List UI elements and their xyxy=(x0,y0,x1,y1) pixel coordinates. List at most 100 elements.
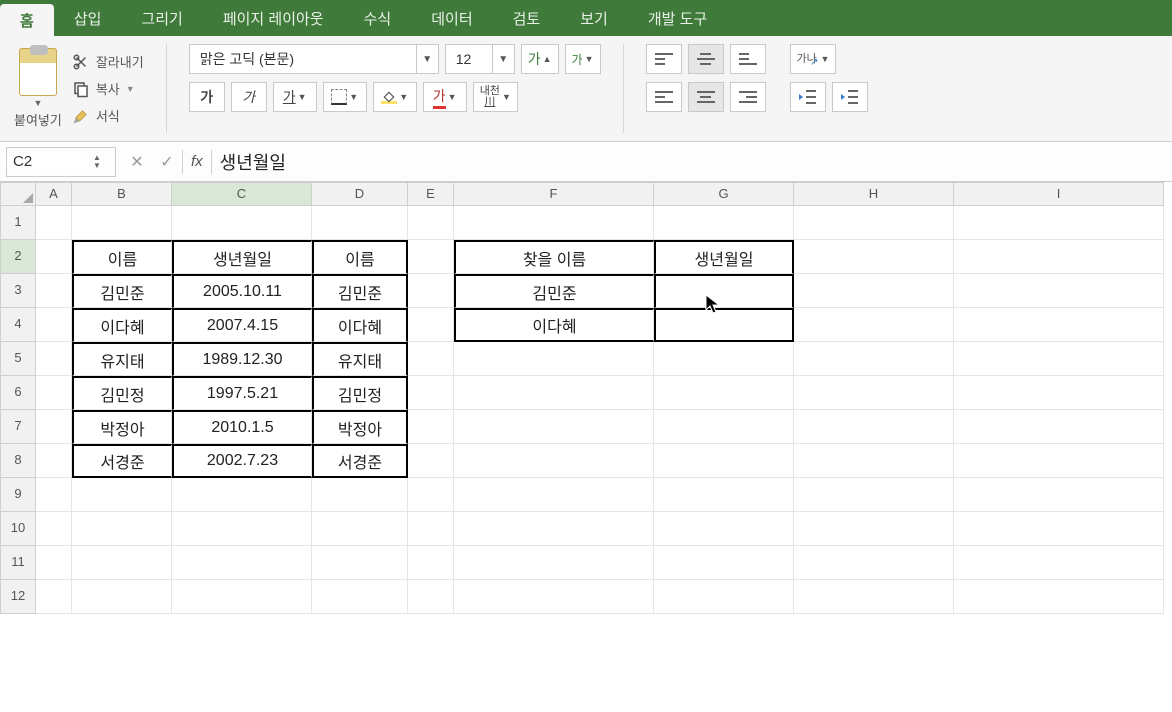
cell[interactable] xyxy=(72,478,172,512)
cell[interactable]: 이다혜 xyxy=(312,308,408,342)
row-header-3[interactable]: 3 xyxy=(0,274,36,308)
cell[interactable] xyxy=(794,206,954,240)
cell[interactable] xyxy=(172,478,312,512)
cell[interactable] xyxy=(794,580,954,614)
formula-input[interactable]: 생년월일 xyxy=(212,149,1172,175)
cell[interactable]: 2010.1.5 xyxy=(172,410,312,444)
cell[interactable] xyxy=(454,206,654,240)
cell[interactable] xyxy=(794,342,954,376)
row-header-4[interactable]: 4 xyxy=(0,308,36,342)
cell[interactable] xyxy=(36,546,72,580)
row-header-11[interactable]: 11 xyxy=(0,546,36,580)
cell[interactable] xyxy=(954,478,1164,512)
cell[interactable] xyxy=(172,580,312,614)
phonetic-guide-button[interactable]: 내천川▼ xyxy=(473,82,518,112)
cell[interactable] xyxy=(72,580,172,614)
row-header-9[interactable]: 9 xyxy=(0,478,36,512)
cell[interactable] xyxy=(794,274,954,308)
font-size-dropdown[interactable]: 12 ▼ xyxy=(445,44,515,74)
stepper-down-icon[interactable]: ▼ xyxy=(87,162,107,170)
grow-font-button[interactable]: 가▲ xyxy=(521,44,559,74)
align-left-button[interactable] xyxy=(646,82,682,112)
cell[interactable] xyxy=(36,478,72,512)
decrease-indent-button[interactable] xyxy=(790,82,826,112)
cell[interactable] xyxy=(654,546,794,580)
cell[interactable] xyxy=(36,206,72,240)
align-bottom-button[interactable] xyxy=(730,44,766,74)
cell[interactable] xyxy=(72,206,172,240)
col-header-F[interactable]: F xyxy=(454,182,654,206)
col-header-E[interactable]: E xyxy=(408,182,454,206)
confirm-formula-button[interactable]: ✓ xyxy=(152,142,182,181)
align-right-button[interactable] xyxy=(730,82,766,112)
cell[interactable] xyxy=(954,206,1164,240)
cell[interactable] xyxy=(408,580,454,614)
cell[interactable]: 2005.10.11 xyxy=(172,274,312,308)
align-middle-button[interactable] xyxy=(688,44,724,74)
cell[interactable] xyxy=(408,376,454,410)
row-header-8[interactable]: 8 xyxy=(0,444,36,478)
cell[interactable]: 2002.7.23 xyxy=(172,444,312,478)
cell[interactable]: 이름 xyxy=(72,240,172,274)
cell[interactable] xyxy=(794,444,954,478)
col-header-I[interactable]: I xyxy=(954,182,1164,206)
wrap-text-button[interactable]: 가나↗▼ xyxy=(790,44,837,74)
cell[interactable] xyxy=(72,546,172,580)
cell[interactable] xyxy=(794,240,954,274)
align-center-button[interactable] xyxy=(688,82,724,112)
cell[interactable] xyxy=(654,342,794,376)
cell[interactable] xyxy=(954,342,1164,376)
tab-formulas[interactable]: 수식 xyxy=(344,0,412,36)
cell[interactable] xyxy=(172,512,312,546)
col-header-G[interactable]: G xyxy=(654,182,794,206)
tab-data[interactable]: 데이터 xyxy=(411,0,492,36)
font-color-button[interactable]: 가▼ xyxy=(423,82,467,112)
row-header-12[interactable]: 12 xyxy=(0,580,36,614)
cell[interactable] xyxy=(454,512,654,546)
cell[interactable]: 이다혜 xyxy=(454,308,654,342)
fill-color-button[interactable]: ▼ xyxy=(373,82,417,112)
cell[interactable] xyxy=(654,580,794,614)
row-header-5[interactable]: 5 xyxy=(0,342,36,376)
cell[interactable]: 김민준 xyxy=(454,274,654,308)
cell[interactable] xyxy=(954,512,1164,546)
cell[interactable]: 김민정 xyxy=(72,376,172,410)
cell[interactable] xyxy=(408,342,454,376)
cell[interactable] xyxy=(954,240,1164,274)
row-header-6[interactable]: 6 xyxy=(0,376,36,410)
italic-button[interactable]: 가 xyxy=(231,82,267,112)
cell[interactable] xyxy=(312,478,408,512)
cell[interactable] xyxy=(408,444,454,478)
cell[interactable]: 박정아 xyxy=(72,410,172,444)
row-header-10[interactable]: 10 xyxy=(0,512,36,546)
col-header-A[interactable]: A xyxy=(36,182,72,206)
cell[interactable] xyxy=(408,512,454,546)
cell[interactable] xyxy=(794,512,954,546)
cell[interactable] xyxy=(408,206,454,240)
tab-draw[interactable]: 그리기 xyxy=(121,0,202,36)
cell[interactable] xyxy=(654,444,794,478)
name-box[interactable]: ▲▼ xyxy=(6,147,116,177)
tab-home[interactable]: 홈 xyxy=(0,4,54,36)
cell[interactable] xyxy=(36,274,72,308)
tab-review[interactable]: 검토 xyxy=(493,0,561,36)
cell[interactable] xyxy=(312,512,408,546)
select-all-corner[interactable] xyxy=(0,182,36,206)
cell[interactable] xyxy=(36,308,72,342)
cell[interactable] xyxy=(954,580,1164,614)
cell[interactable] xyxy=(36,444,72,478)
increase-indent-button[interactable] xyxy=(832,82,868,112)
cell[interactable] xyxy=(408,546,454,580)
cell[interactable] xyxy=(408,308,454,342)
tab-view[interactable]: 보기 xyxy=(560,0,628,36)
cell[interactable] xyxy=(454,410,654,444)
cell[interactable]: 이름 xyxy=(312,240,408,274)
col-header-C[interactable]: C xyxy=(172,182,312,206)
name-box-input[interactable] xyxy=(7,153,87,170)
cell[interactable]: 박정아 xyxy=(312,410,408,444)
cell[interactable] xyxy=(312,206,408,240)
cell[interactable] xyxy=(36,342,72,376)
cell[interactable] xyxy=(654,308,794,342)
align-top-button[interactable] xyxy=(646,44,682,74)
shrink-font-button[interactable]: 가▼ xyxy=(565,44,601,74)
